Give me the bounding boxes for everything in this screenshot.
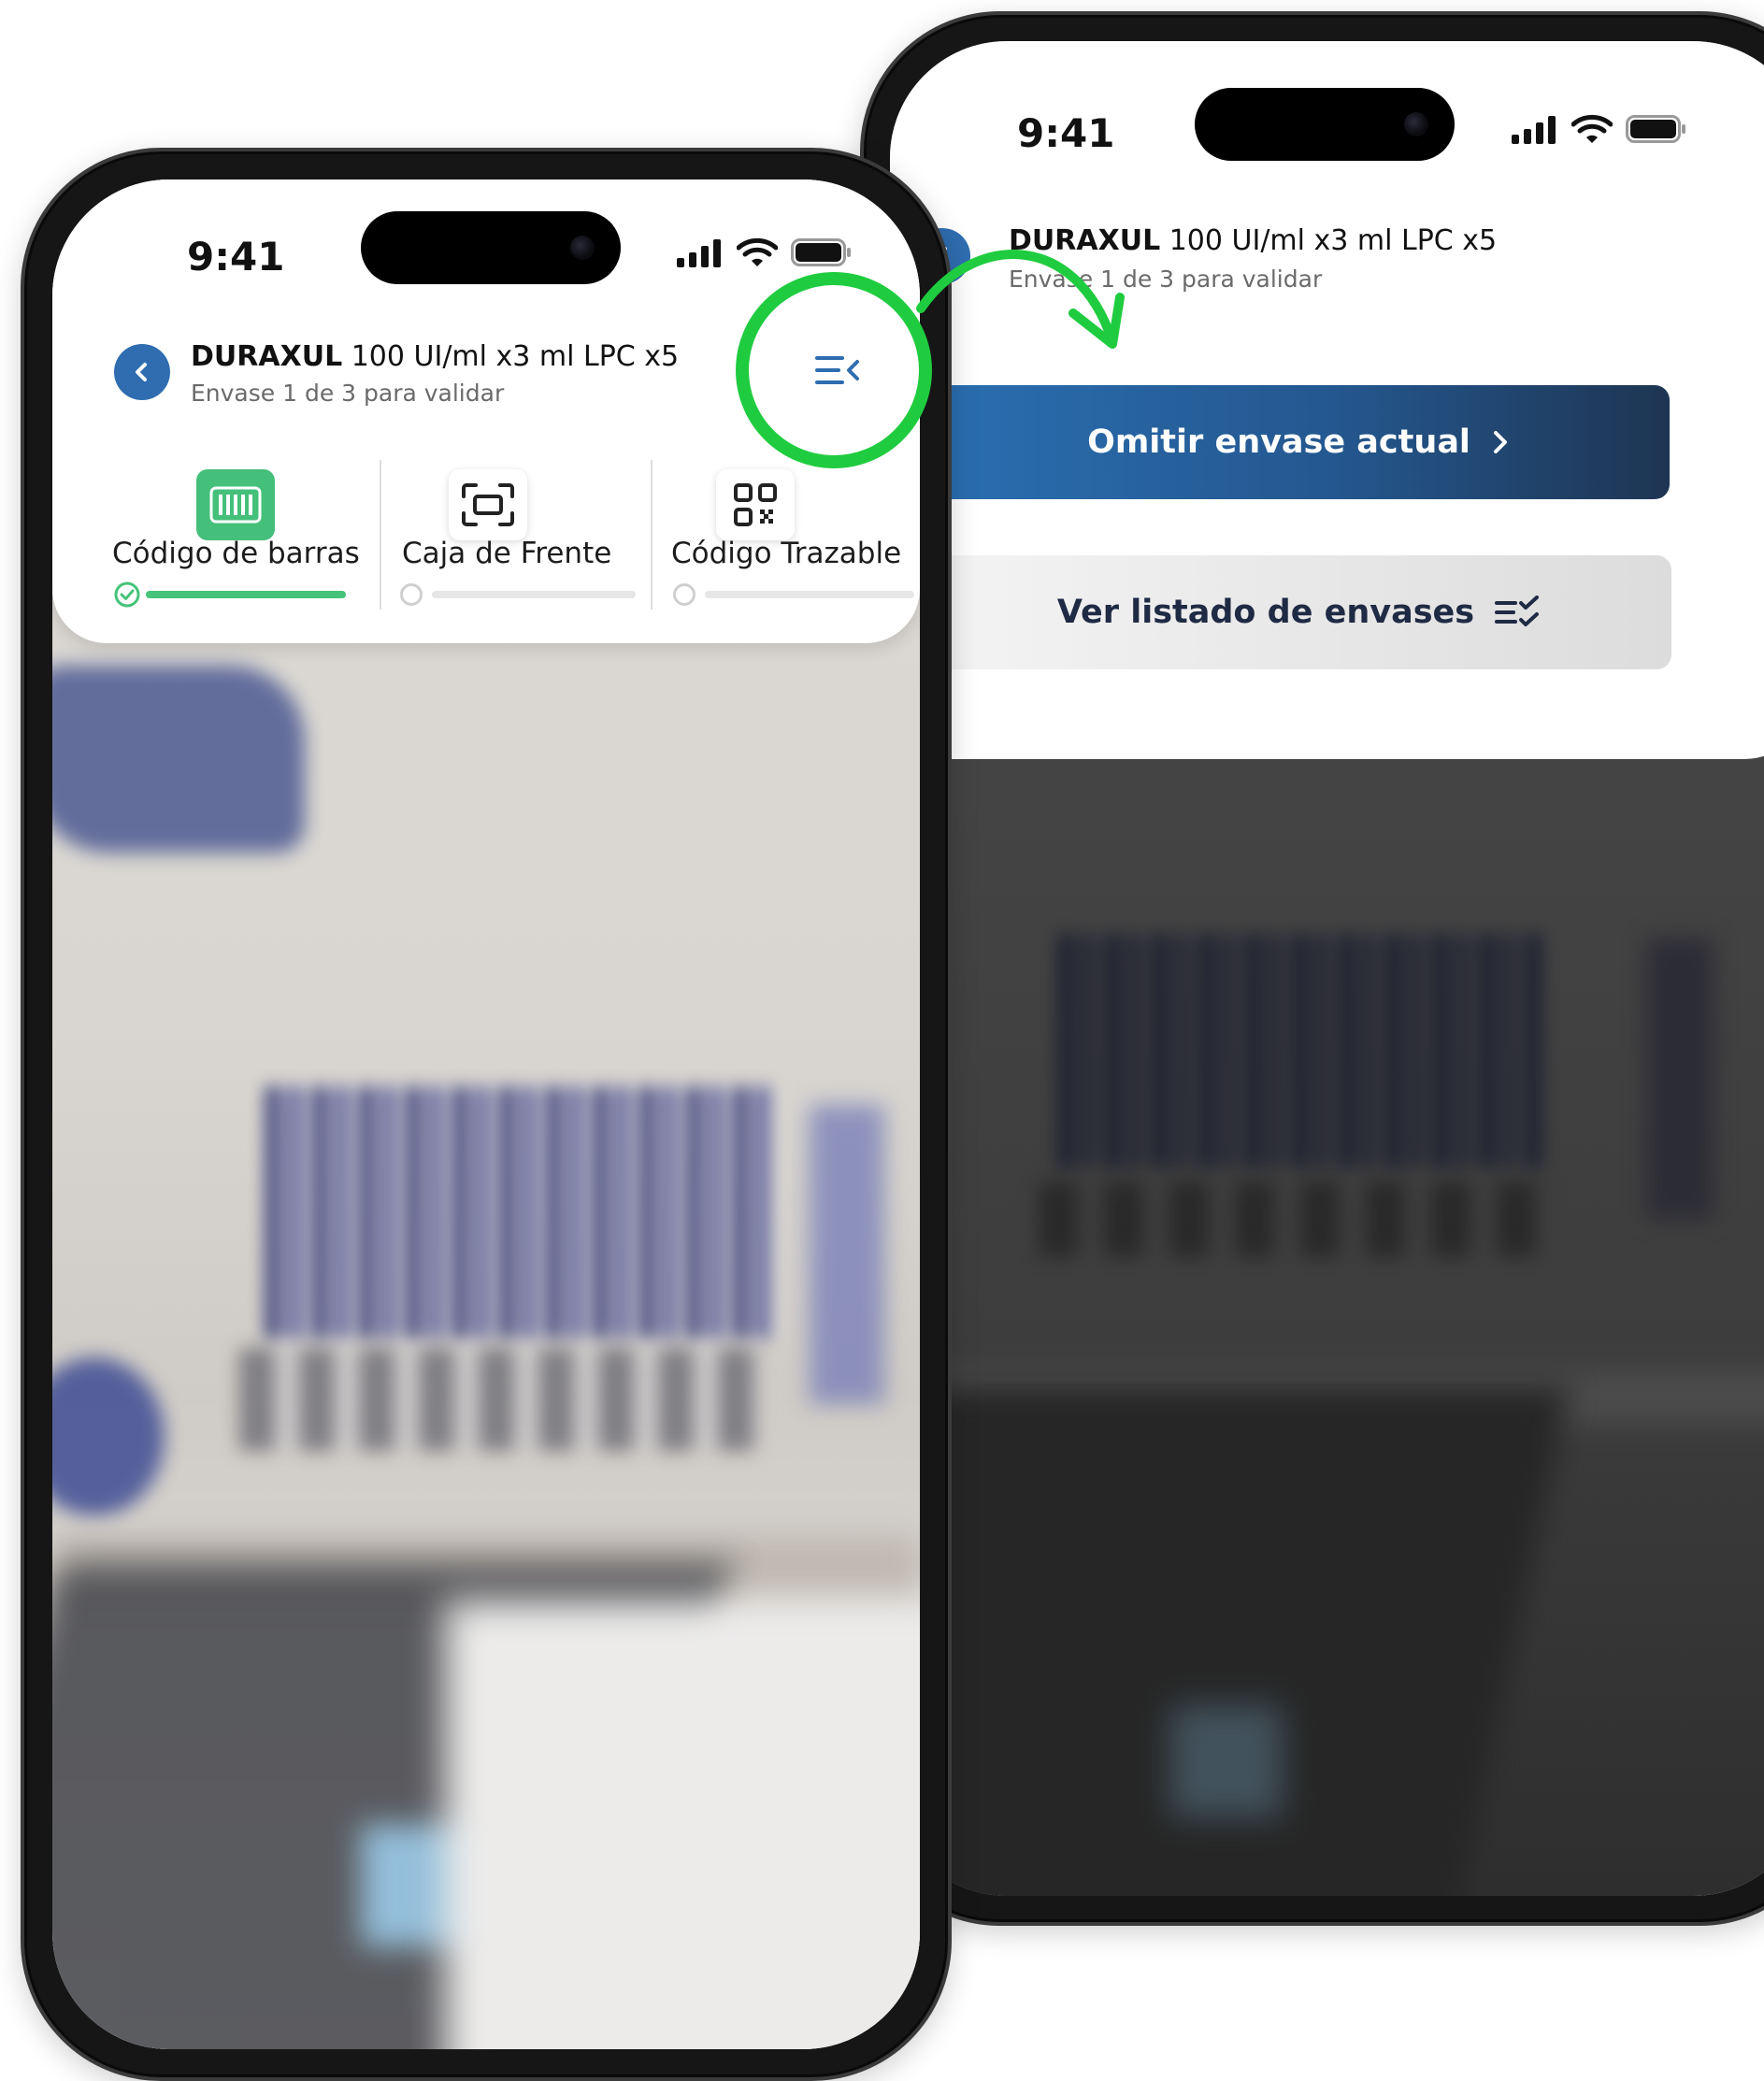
tab-traceable-code-status	[673, 583, 696, 606]
tab-divider	[651, 460, 653, 610]
dynamic-island	[361, 211, 621, 284]
wifi-icon	[1571, 114, 1613, 143]
product-subtitle: Envase 1 de 3 para validar	[1009, 266, 1323, 293]
check-circle-icon	[114, 581, 140, 608]
tab-front-box-progress-track	[432, 591, 636, 598]
battery-icon	[791, 238, 851, 266]
blurred-device	[890, 1387, 1569, 1896]
qr-code-icon	[734, 483, 777, 526]
cellular-signal-icon	[677, 239, 721, 267]
status-time: 9:41	[1017, 110, 1115, 156]
blurred-package-text	[52, 666, 305, 853]
battery-icon	[1626, 115, 1685, 143]
product-title: DURAXUL 100 UI/ml x3 ml LPC x5	[191, 340, 679, 373]
barcode-icon	[209, 486, 262, 524]
product-dose: 100 UI/ml x3 ml LPC x5	[342, 340, 680, 373]
blurred-barcode	[265, 1086, 780, 1339]
tab-icon-box	[449, 469, 527, 540]
tab-front-box-status	[400, 583, 423, 606]
cellular-signal-icon	[1512, 116, 1556, 144]
view-container-list-label: Ver listado de envases	[1056, 594, 1475, 631]
blurred-barcode-text	[1040, 1182, 1544, 1256]
tab-icon-box	[196, 469, 275, 540]
chevron-left-icon	[136, 363, 147, 381]
tab-traceable-code-progress-track	[705, 591, 914, 598]
tab-barcode-label: Código de barras	[112, 537, 360, 570]
list-check-icon	[1495, 596, 1540, 626]
blurred-barcode-text	[239, 1348, 763, 1451]
phone-right-screen: 9:41 DURAXUL 100 UI/ml x3 ml LPC x5 Enva…	[890, 41, 1764, 1896]
tab-barcode-progress-fill	[146, 591, 346, 598]
blurred-barcode	[1058, 934, 1544, 1168]
product-subtitle: Envase 1 de 3 para validar	[191, 380, 505, 407]
tab-traceable-code[interactable]	[660, 441, 920, 628]
phone-right: 9:41 DURAXUL 100 UI/ml x3 ml LPC x5 Enva…	[860, 11, 1764, 1926]
camera-lens	[570, 236, 595, 260]
dynamic-island	[1195, 88, 1455, 161]
status-time: 9:41	[187, 234, 285, 280]
list-collapse-icon	[815, 356, 859, 384]
skip-container-button[interactable]: Omitir envase actual	[927, 385, 1670, 499]
product-dose: 100 UI/ml x3 ml LPC x5	[1160, 224, 1498, 257]
blurred-vertical-text	[810, 1105, 884, 1404]
tab-divider	[380, 460, 381, 610]
phone-left: 9:41 DURAXUL 100 UI/ml x3 ml LPC x5 Enva…	[21, 148, 952, 2081]
skip-container-label: Omitir envase actual	[1087, 423, 1470, 461]
tab-front-box[interactable]	[389, 441, 632, 628]
tab-traceable-code-label: Código Trazable	[671, 537, 902, 570]
wifi-icon	[737, 237, 778, 266]
scan-frame-icon	[462, 483, 514, 526]
product-brand: DURAXUL	[191, 340, 343, 373]
chevron-right-icon	[1493, 431, 1507, 453]
product-brand: DURAXUL	[1009, 224, 1161, 257]
status-icons	[677, 237, 853, 267]
blurred-text-column	[1647, 939, 1713, 1219]
tab-front-box-label: Caja de Frente	[402, 537, 612, 570]
camera-lens	[1404, 112, 1428, 136]
blurred-table	[445, 1600, 920, 2049]
options-menu-button[interactable]	[800, 333, 875, 408]
back-button[interactable]	[114, 344, 170, 400]
status-icons	[1512, 114, 1687, 144]
blurred-logo	[52, 1357, 165, 1516]
product-title: DURAXUL 100 UI/ml x3 ml LPC x5	[1009, 224, 1497, 257]
phone-left-screen: 9:41 DURAXUL 100 UI/ml x3 ml LPC x5 Enva…	[52, 179, 920, 2049]
tab-icon-box	[716, 469, 795, 540]
blurred-device-light	[1170, 1705, 1283, 1817]
view-container-list-button[interactable]: Ver listado de envases	[927, 555, 1671, 669]
